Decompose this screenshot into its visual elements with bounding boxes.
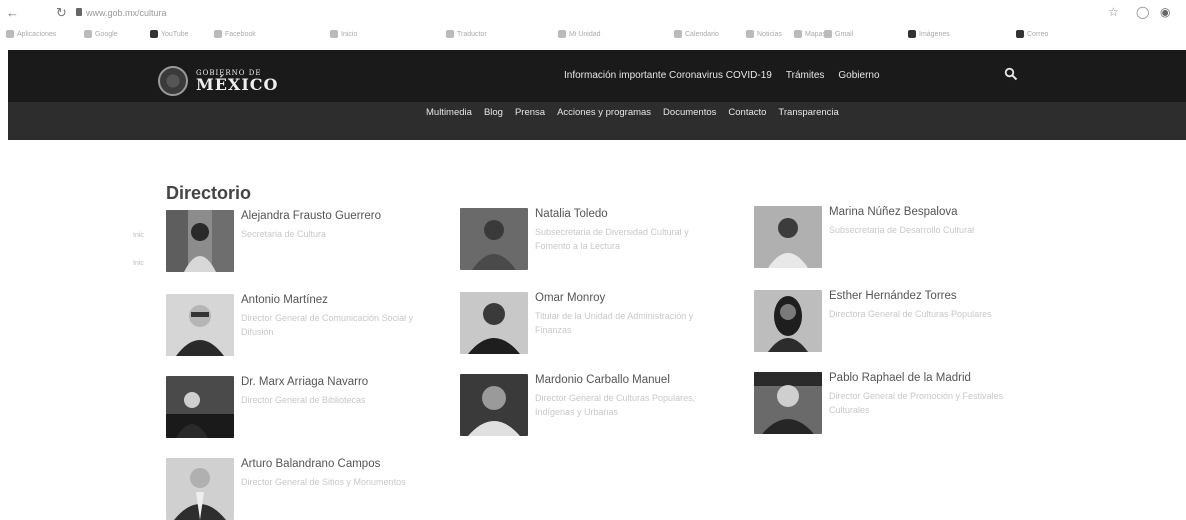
page-icon (824, 30, 832, 38)
bookmark-item[interactable]: Noticias (746, 30, 782, 38)
person-photo (754, 290, 822, 352)
bookmark-item[interactable]: Calendario (674, 30, 719, 38)
bookmark-item[interactable]: Mapas (794, 30, 826, 38)
top-link-covid[interactable]: Información importante Coronavirus COVID… (564, 70, 772, 81)
reload-icon[interactable]: ↻ (56, 6, 67, 20)
globe-icon (214, 30, 222, 38)
nav-multimedia[interactable]: Multimedia (426, 107, 472, 118)
person-name[interactable]: Mardonio Carballo Manuel (535, 374, 670, 386)
page-icon (558, 30, 566, 38)
lock-icon (76, 8, 82, 16)
profile-icon[interactable]: ◉ (1160, 5, 1170, 19)
site-header: GOBIERNO DE MÉXICO Información important… (8, 50, 1186, 140)
person-name[interactable]: Alejandra Frausto Guerrero (241, 210, 381, 222)
page-icon (746, 30, 754, 38)
bookmark-item[interactable]: Imágenes (908, 30, 950, 38)
person-photo (166, 458, 234, 520)
bookmark-item[interactable]: Google (84, 30, 118, 38)
bookmark-item[interactable]: YouTube (150, 30, 189, 38)
person-name[interactable]: Marina Núñez Bespalova (829, 206, 958, 218)
person-role: Director General de Culturas Populares, … (535, 393, 696, 417)
star-icon[interactable]: ☆ (1108, 5, 1119, 19)
person-card[interactable]: Esther Hernández Torres Directora Genera… (754, 290, 1024, 360)
person-card[interactable]: Pablo Raphael de la Madrid Director Gene… (754, 372, 1024, 442)
nav-blog[interactable]: Blog (484, 107, 503, 118)
directory-title: Directorio (166, 183, 252, 203)
youtube-icon (150, 30, 158, 38)
nav-contacto[interactable]: Contacto (728, 107, 766, 118)
person-role: Titular de la Unidad de Administración y… (535, 311, 694, 335)
bookmark-item[interactable]: Gmail (824, 30, 853, 38)
bookmarks-bar: Aplicaciones Google YouTube Facebook Ini… (0, 30, 1186, 46)
person-name[interactable]: Natalia Toledo (535, 208, 608, 220)
person-card[interactable]: Mardonio Carballo Manuel Director Genera… (460, 374, 730, 444)
person-card[interactable]: Natalia Toledo Subsecretaria de Diversid… (460, 208, 730, 278)
nav-prensa[interactable]: Prensa (515, 107, 545, 118)
page-icon (794, 30, 802, 38)
nav-acciones[interactable]: Acciones y programas (557, 107, 651, 118)
bookmark-item[interactable]: Aplicaciones (6, 30, 56, 38)
person-card[interactable]: Antonio Martínez Director General de Com… (166, 294, 436, 364)
browser-toolbar: ← ↻ www.gob.mx/cultura ☆ ◯ ◉ (0, 0, 1186, 26)
person-photo (460, 292, 528, 354)
top-link-tramites[interactable]: Trámites (786, 70, 825, 81)
page-icon (674, 30, 682, 38)
globe-icon (330, 30, 338, 38)
top-nav: Información importante Coronavirus COVID… (564, 70, 880, 81)
person-role: Director General de Bibliotecas (241, 395, 366, 405)
person-role: Director General de Comunicación Social … (241, 313, 414, 337)
person-name[interactable]: Omar Monroy (535, 292, 605, 304)
person-photo (754, 206, 822, 268)
person-role: Director General de Sitios y Monumentos (241, 477, 406, 487)
bookmark-item[interactable]: Traductor (446, 30, 487, 38)
page-icon (908, 30, 916, 38)
person-photo (166, 210, 234, 272)
person-role: Directora General de Culturas Populares (829, 309, 992, 319)
person-photo (460, 208, 528, 270)
bookmark-item[interactable]: Mi Unidad (558, 30, 601, 38)
person-role: Subsecretaria de Diversidad Cultural y F… (535, 227, 689, 251)
person-photo (166, 294, 234, 356)
seal-icon (158, 66, 188, 96)
side-label: Inic (133, 232, 144, 239)
bookmark-item[interactable]: Inicio (330, 30, 357, 38)
top-link-gobierno[interactable]: Gobierno (838, 70, 879, 81)
person-role: Secretaria de Cultura (241, 229, 327, 239)
person-card[interactable]: Dr. Marx Arriaga Navarro Director Genera… (166, 376, 436, 446)
nav-transparencia[interactable]: Transparencia (778, 107, 838, 118)
person-photo (166, 376, 234, 438)
apps-icon (6, 30, 14, 38)
logo-title: MÉXICO (196, 75, 279, 94)
person-role: Subsecretaria de Desarrollo Cultural (829, 225, 975, 235)
nav-documentos[interactable]: Documentos (663, 107, 716, 118)
person-name[interactable]: Esther Hernández Torres (829, 290, 957, 302)
address-bar[interactable]: www.gob.mx/cultura (86, 8, 167, 18)
bookmark-item[interactable]: Facebook (214, 30, 256, 38)
person-name[interactable]: Arturo Balandrano Campos (241, 458, 380, 470)
google-icon (84, 30, 92, 38)
person-name[interactable]: Dr. Marx Arriaga Navarro (241, 376, 368, 388)
person-name[interactable]: Antonio Martínez (241, 294, 328, 306)
main-nav: Multimedia Blog Prensa Acciones y progra… (426, 107, 839, 118)
bookmark-item[interactable]: Correo (1016, 30, 1048, 38)
person-photo (460, 374, 528, 436)
side-label: Inic (133, 260, 144, 267)
page-icon (446, 30, 454, 38)
person-card[interactable]: Marina Núñez Bespalova Subsecretaria de … (754, 206, 1024, 276)
person-role: Director General de Promoción y Festival… (829, 391, 1004, 415)
page-icon (1016, 30, 1024, 38)
search-icon[interactable] (1004, 67, 1018, 81)
back-arrow-icon[interactable]: ← (6, 6, 19, 20)
person-card[interactable]: Alejandra Frausto Guerrero Secretaria de… (166, 210, 436, 280)
extension-icon[interactable]: ◯ (1136, 5, 1149, 19)
person-card[interactable]: Omar Monroy Titular de la Unidad de Admi… (460, 292, 730, 362)
gobierno-logo[interactable]: GOBIERNO DE MÉXICO (158, 66, 278, 96)
person-name[interactable]: Pablo Raphael de la Madrid (829, 372, 971, 384)
person-card[interactable]: Arturo Balandrano Campos Director Genera… (166, 458, 436, 520)
person-photo (754, 372, 822, 434)
